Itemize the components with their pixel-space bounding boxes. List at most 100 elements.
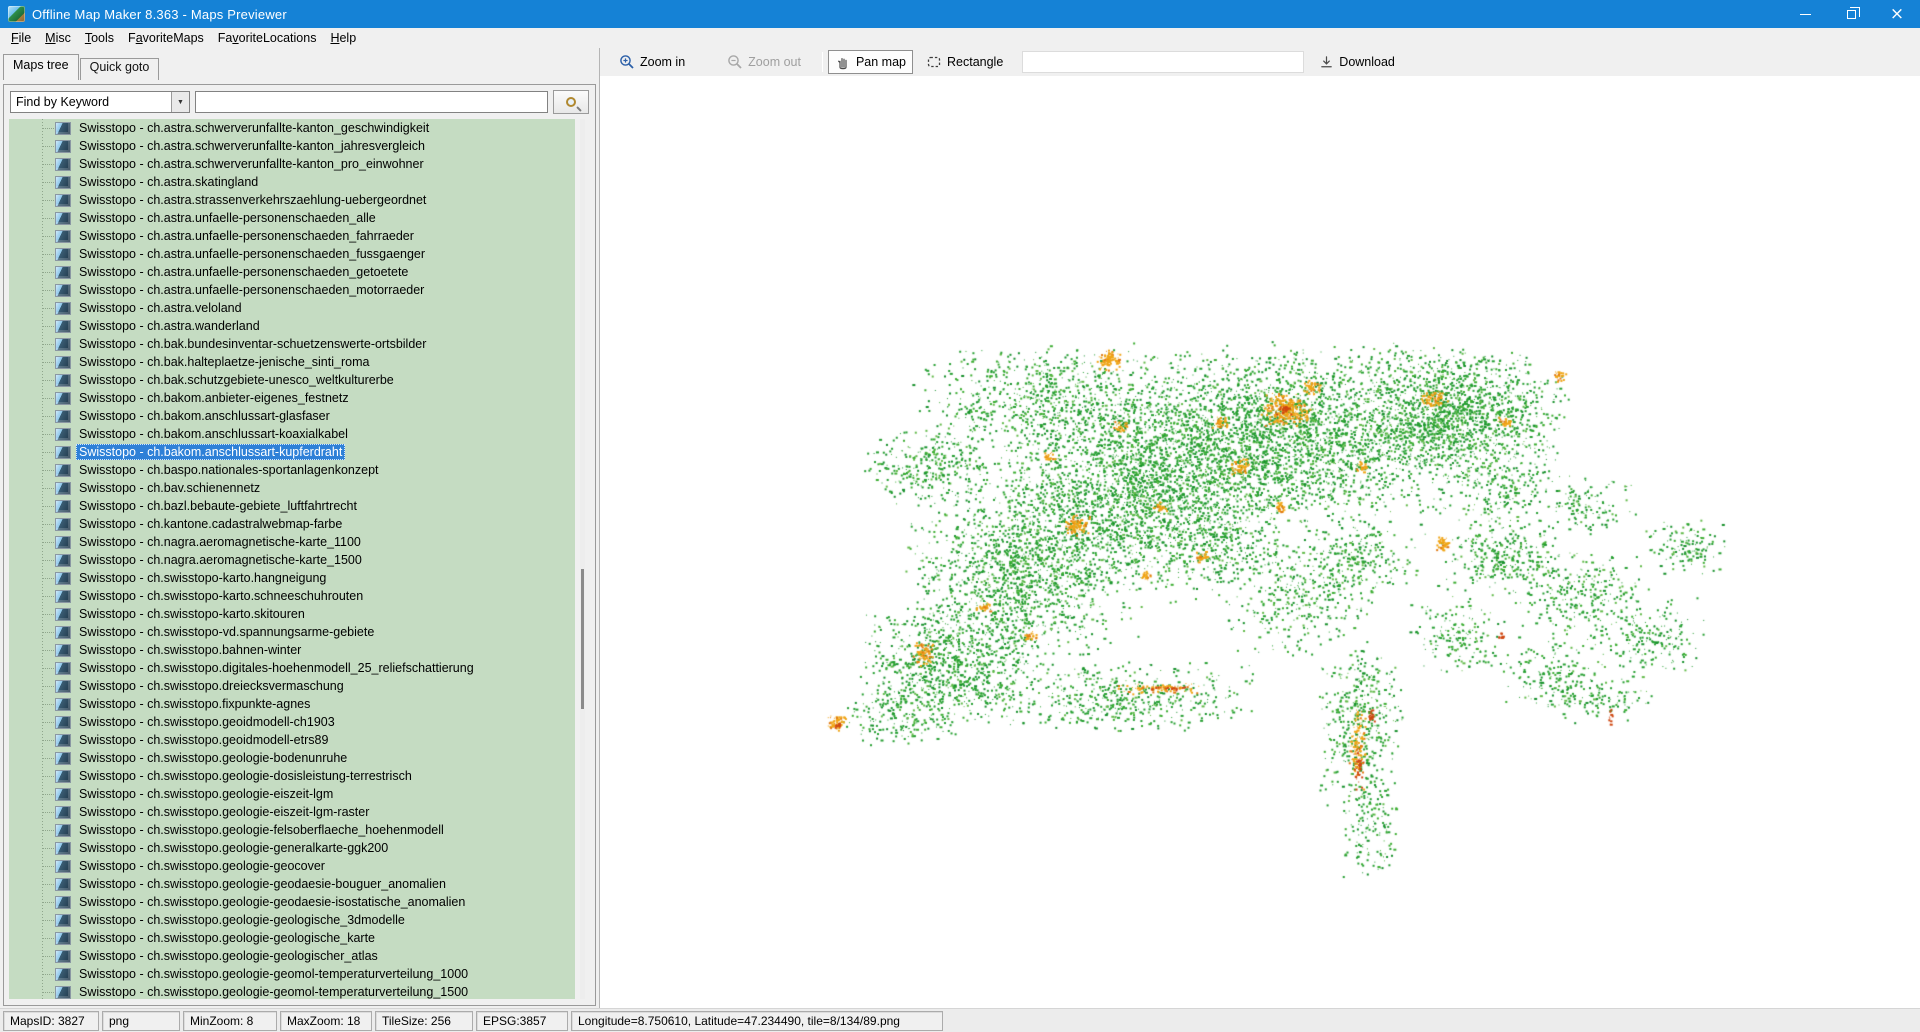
tree-item-label: Swisstopo - ch.swisstopo.dreiecksvermasc… [76,678,347,694]
maps-tree: Swisstopo - ch.astra.schwerverunfallte-k… [9,119,575,999]
tree-item[interactable]: Swisstopo - ch.nagra.aeromagnetische-kar… [9,551,575,569]
tree-item[interactable]: Swisstopo - ch.baspo.nationales-sportanl… [9,461,575,479]
tree-item[interactable]: Swisstopo - ch.swisstopo.geologie-geolog… [9,947,575,965]
tree-item[interactable]: Swisstopo - ch.swisstopo.geologie-dosisl… [9,767,575,785]
tree-area: Swisstopo - ch.astra.schwerverunfallte-k… [5,119,594,1004]
tree-item[interactable]: Swisstopo - ch.bav.schienennetz [9,479,575,497]
tree-scrollbar-thumb[interactable] [581,569,584,709]
tree-connector [43,704,54,705]
tree-item[interactable]: Swisstopo - ch.astra.schwerverunfallte-k… [9,119,575,137]
tree-item[interactable]: Swisstopo - ch.swisstopo-karto.skitouren [9,605,575,623]
close-button[interactable]: × [1874,0,1920,28]
tab-quick-goto[interactable]: Quick goto [80,58,160,80]
tree-item[interactable]: Swisstopo - ch.swisstopo.geologie-geodae… [9,875,575,893]
tree-item[interactable]: Swisstopo - ch.swisstopo.geoidmodell-etr… [9,731,575,749]
map-layer-icon [55,158,71,171]
tree-connector [43,920,54,921]
rectangle-button[interactable]: Rectangle [919,50,1010,74]
menu-favoritemaps[interactable]: FavoriteMaps [121,29,211,47]
menu-tools[interactable]: Tools [78,29,121,47]
tree-item-label: Swisstopo - ch.bak.bundesinventar-schuet… [76,336,429,352]
tree-connector [43,218,54,219]
tree-item[interactable]: Swisstopo - ch.bak.schutzgebiete-unesco_… [9,371,575,389]
tree-item[interactable]: Swisstopo - ch.astra.schwerverunfallte-k… [9,137,575,155]
map-layer-icon [55,140,71,153]
tree-item[interactable]: Swisstopo - ch.bakom.anschlussart-koaxia… [9,425,575,443]
tree-connector [43,740,54,741]
map-layer-icon [55,644,71,657]
tree-item[interactable]: Swisstopo - ch.swisstopo.geologie-geocov… [9,857,575,875]
tree-item[interactable]: Swisstopo - ch.astra.unfaelle-personensc… [9,263,575,281]
tab-maps-tree[interactable]: Maps tree [3,54,79,80]
zoom-out-button[interactable]: Zoom out [720,50,808,74]
chevron-down-icon[interactable]: ▼ [171,92,189,112]
tree-item[interactable]: Swisstopo - ch.astra.unfaelle-personensc… [9,245,575,263]
tree-item[interactable]: Swisstopo - ch.swisstopo.geologie-geomol… [9,983,575,999]
tree-item[interactable]: Swisstopo - ch.swisstopo.geologie-geomol… [9,965,575,983]
tree-connector [43,956,54,957]
tree-item[interactable]: Swisstopo - ch.kantone.cadastralwebmap-f… [9,515,575,533]
tree-item[interactable]: Swisstopo - ch.bakom.anbieter-eigenes_fe… [9,389,575,407]
status-panel-0: MapsID: 3827 [3,1011,99,1031]
menu-help[interactable]: Help [323,29,363,47]
map-view[interactable] [600,76,1920,1008]
tree-item[interactable]: Swisstopo - ch.astra.unfaelle-personensc… [9,227,575,245]
panel-tabs: Maps treeQuick goto [0,48,599,79]
tree-item[interactable]: Swisstopo - ch.swisstopo-karto.schneesch… [9,587,575,605]
tree-item[interactable]: Swisstopo - ch.swisstopo.bahnen-winter [9,641,575,659]
tree-item[interactable]: Swisstopo - ch.nagra.aeromagnetische-kar… [9,533,575,551]
search-input[interactable] [195,91,548,113]
tree-item[interactable]: Swisstopo - ch.swisstopo.geologie-geolog… [9,929,575,947]
menu-misc[interactable]: Misc [38,29,78,47]
tree-item[interactable]: Swisstopo - ch.swisstopo.geologie-bodenu… [9,749,575,767]
tree-scrollbar[interactable] [580,119,585,999]
status-panel-5: EPSG:3857 [476,1011,568,1031]
tree-item[interactable]: Swisstopo - ch.astra.veloland [9,299,575,317]
map-layer-icon [55,500,71,513]
tree-item[interactable]: Swisstopo - ch.swisstopo.geoidmodell-ch1… [9,713,575,731]
tree-item[interactable]: Swisstopo - ch.astra.skatingland [9,173,575,191]
tree-item[interactable]: Swisstopo - ch.swisstopo.geologie-geodae… [9,893,575,911]
window-title: Offline Map Maker 8.363 - Maps Previewer [32,7,287,22]
tree-item[interactable]: Swisstopo - ch.swisstopo-vd.spannungsarm… [9,623,575,641]
tree-item[interactable]: Swisstopo - ch.bak.bundesinventar-schuet… [9,335,575,353]
tree-item[interactable]: Swisstopo - ch.bazl.bebaute-gebiete_luft… [9,497,575,515]
tree-item[interactable]: Swisstopo - ch.bakom.anschlussart-glasfa… [9,407,575,425]
menu-favoritelocations[interactable]: FavoriteLocations [211,29,324,47]
map-canvas-switzerland[interactable] [600,76,1919,1007]
tree-connector [43,398,54,399]
tree-item[interactable]: Swisstopo - ch.swisstopo.fixpunkte-agnes [9,695,575,713]
tree-item[interactable]: Swisstopo - ch.astra.unfaelle-personensc… [9,281,575,299]
zoom-out-label: Zoom out [748,55,801,69]
pan-map-button[interactable]: Pan map [828,50,913,74]
tree-item[interactable]: Swisstopo - ch.bak.halteplaetze-jenische… [9,353,575,371]
toolbar-input[interactable] [1022,51,1304,73]
tree-item[interactable]: Swisstopo - ch.swisstopo.geologie-eiszei… [9,803,575,821]
map-layer-icon [55,482,71,495]
tree-item[interactable]: Swisstopo - ch.swisstopo.dreiecksvermasc… [9,677,575,695]
minimize-button[interactable] [1782,0,1828,28]
tree-item[interactable]: Swisstopo - ch.astra.unfaelle-personensc… [9,209,575,227]
tree-item[interactable]: Swisstopo - ch.swisstopo.geologie-geolog… [9,911,575,929]
map-layer-icon [55,914,71,927]
search-mode-select[interactable]: Find by Keyword ▼ [10,91,190,113]
tree-item[interactable]: Swisstopo - ch.swisstopo.geologie-eiszei… [9,785,575,803]
zoom-in-button[interactable]: Zoom in [612,50,692,74]
download-button[interactable]: Download [1312,51,1402,74]
tree-connector [43,902,54,903]
tree-item[interactable]: Swisstopo - ch.swisstopo-karto.hangneigu… [9,569,575,587]
restore-button[interactable] [1828,0,1874,28]
tree-item[interactable]: Swisstopo - ch.swisstopo.geologie-genera… [9,839,575,857]
search-button[interactable] [553,90,589,114]
zoom-in-icon [619,54,635,70]
menu-file[interactable]: File [4,29,38,47]
map-layer-icon [55,878,71,891]
tree-item[interactable]: Swisstopo - ch.astra.wanderland [9,317,575,335]
tree-item[interactable]: Swisstopo - ch.astra.schwerverunfallte-k… [9,155,575,173]
tree-item[interactable]: Swisstopo - ch.bakom.anschlussart-kupfer… [9,443,575,461]
tree-item[interactable]: Swisstopo - ch.swisstopo.digitales-hoehe… [9,659,575,677]
tree-item[interactable]: Swisstopo - ch.astra.strassenverkehrszae… [9,191,575,209]
map-layer-icon [55,752,71,765]
tree-item[interactable]: Swisstopo - ch.swisstopo.geologie-felsob… [9,821,575,839]
map-layer-icon [55,788,71,801]
